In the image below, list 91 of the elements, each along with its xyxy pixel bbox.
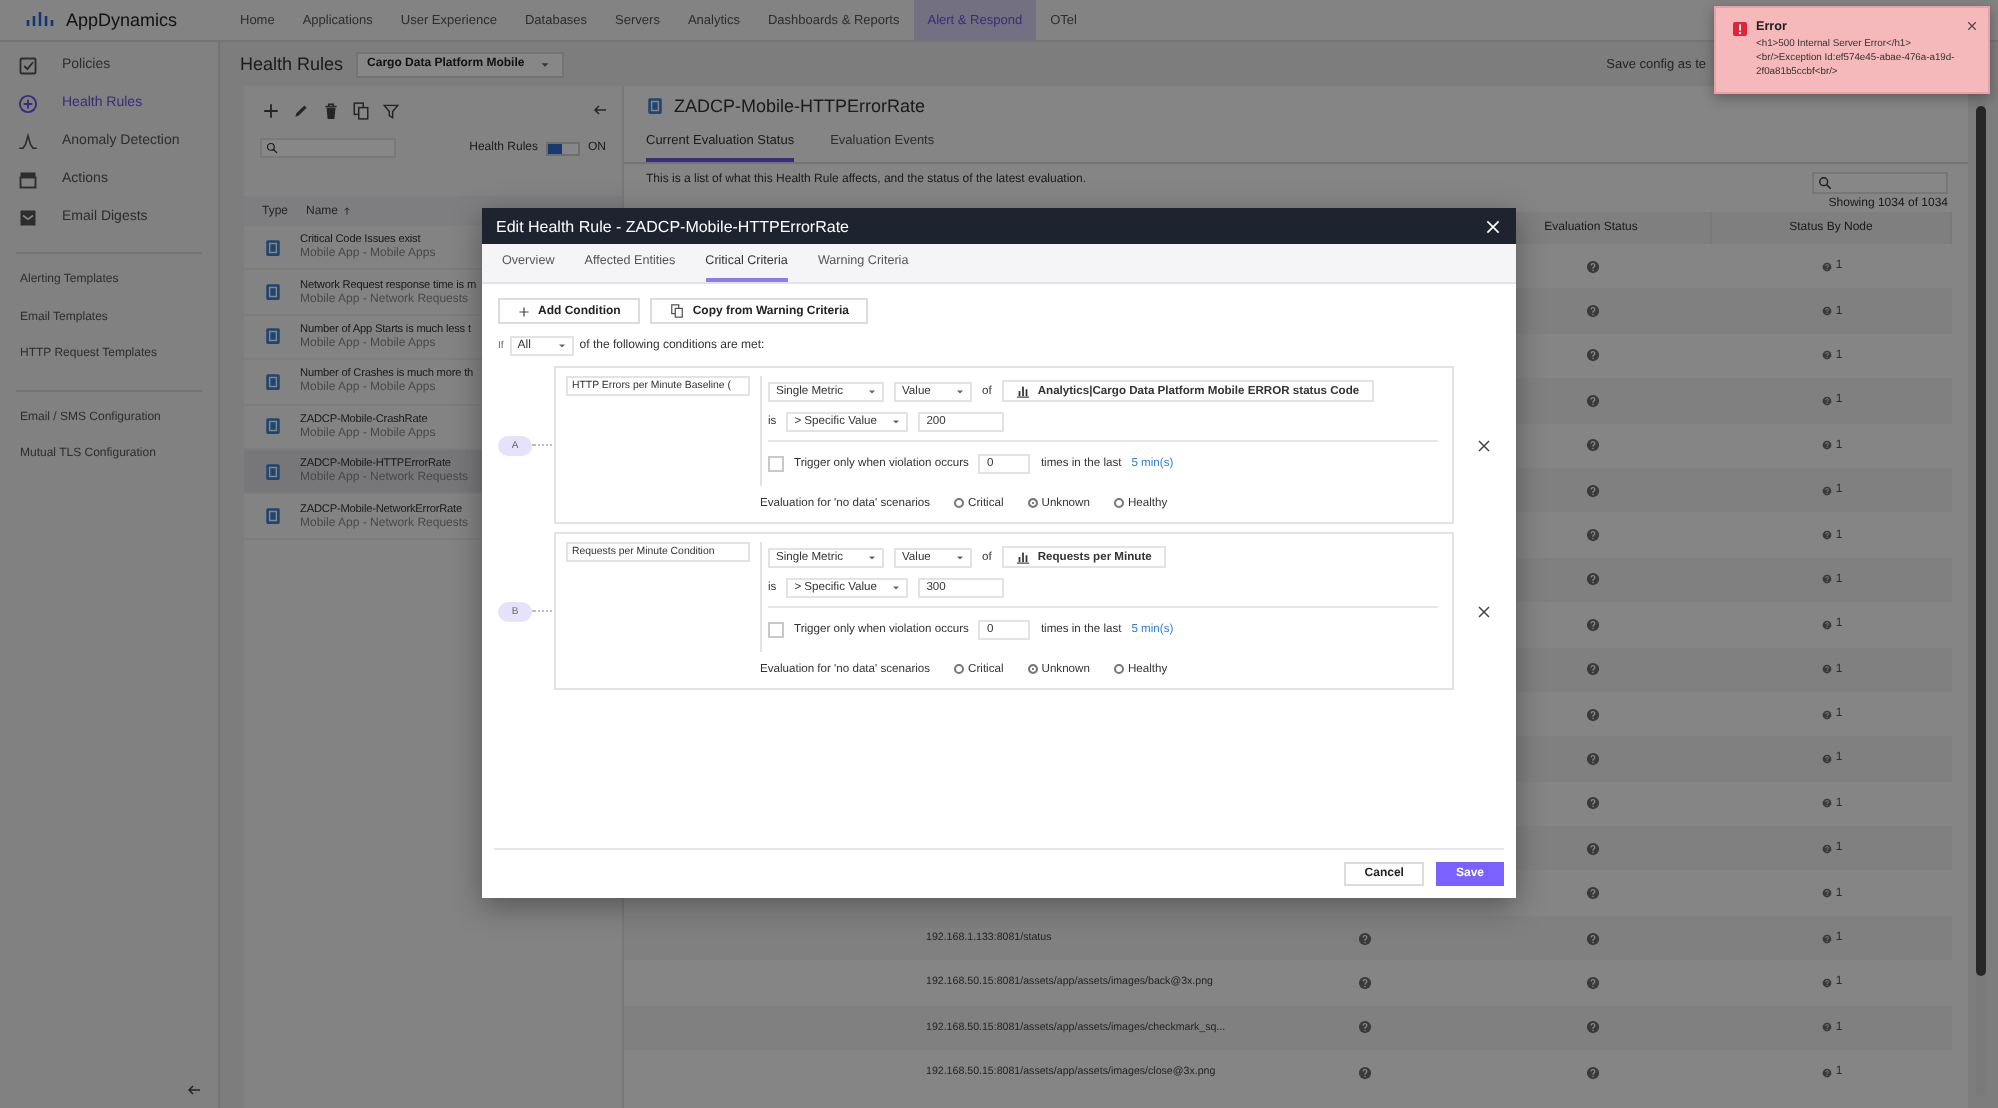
document-icon bbox=[264, 237, 282, 258]
question-icon bbox=[1821, 888, 1832, 899]
question-icon bbox=[1821, 753, 1832, 764]
question-icon bbox=[1585, 707, 1599, 722]
check-square-icon bbox=[18, 55, 38, 75]
plus-icon[interactable] bbox=[262, 101, 280, 119]
copy-icon[interactable] bbox=[352, 101, 370, 119]
question-icon bbox=[1585, 438, 1599, 453]
question-icon bbox=[1585, 259, 1599, 274]
question-icon bbox=[1585, 304, 1599, 319]
pulse-line-icon bbox=[18, 131, 38, 151]
envelope-icon bbox=[18, 207, 38, 227]
search-field[interactable] bbox=[260, 138, 396, 158]
question-icon bbox=[1585, 841, 1599, 856]
logo-icon bbox=[24, 12, 56, 28]
question-icon bbox=[1821, 261, 1832, 272]
question-icon bbox=[1357, 1020, 1371, 1035]
document-icon bbox=[264, 461, 282, 482]
question-icon bbox=[1821, 440, 1832, 451]
checkbox[interactable] bbox=[768, 621, 784, 637]
connector-line bbox=[532, 610, 552, 612]
question-icon bbox=[1357, 931, 1371, 946]
question-icon bbox=[1585, 393, 1599, 408]
question-icon bbox=[1821, 395, 1832, 406]
document-icon bbox=[264, 282, 282, 303]
pencil-icon[interactable] bbox=[292, 101, 310, 119]
search-icon bbox=[266, 142, 278, 154]
document-icon bbox=[264, 506, 282, 527]
plus-circle-icon bbox=[18, 93, 38, 113]
question-icon bbox=[1585, 617, 1599, 632]
caret-icon bbox=[866, 385, 878, 397]
question-icon bbox=[1585, 662, 1599, 677]
question-icon bbox=[1357, 1065, 1371, 1080]
document-icon bbox=[264, 416, 282, 437]
plus-icon bbox=[518, 305, 530, 317]
question-icon bbox=[1585, 572, 1599, 587]
question-icon bbox=[1585, 751, 1599, 766]
document-icon bbox=[264, 371, 282, 392]
question-icon bbox=[1821, 1067, 1832, 1078]
question-icon bbox=[1585, 975, 1599, 990]
caret-icon bbox=[890, 415, 903, 427]
question-icon bbox=[1821, 843, 1832, 854]
caret-icon bbox=[538, 57, 553, 71]
question-icon bbox=[1821, 933, 1832, 944]
question-icon bbox=[1357, 975, 1371, 990]
caret-icon bbox=[954, 551, 966, 563]
question-icon bbox=[1821, 977, 1832, 988]
question-icon bbox=[1821, 798, 1832, 809]
question-icon bbox=[1821, 350, 1832, 361]
question-icon bbox=[1585, 931, 1599, 946]
sort-up-icon bbox=[342, 206, 353, 216]
bar-chart-icon bbox=[1015, 550, 1030, 564]
caret-icon bbox=[890, 581, 903, 593]
question-icon bbox=[1821, 485, 1832, 496]
close-icon[interactable] bbox=[1476, 603, 1492, 619]
page-title: Health Rules bbox=[240, 54, 344, 74]
question-icon bbox=[1585, 1020, 1599, 1035]
caret-icon bbox=[866, 551, 878, 563]
caret-icon bbox=[954, 385, 966, 397]
connector-line bbox=[532, 444, 552, 446]
document-icon bbox=[264, 326, 282, 347]
question-icon bbox=[1821, 664, 1832, 675]
close-icon[interactable] bbox=[1476, 437, 1492, 453]
checkbox[interactable] bbox=[768, 455, 784, 471]
error-icon bbox=[1732, 20, 1748, 38]
caret-icon bbox=[555, 340, 568, 352]
trash-icon[interactable] bbox=[322, 101, 340, 119]
question-icon bbox=[1821, 619, 1832, 630]
question-icon bbox=[1585, 886, 1599, 901]
question-icon bbox=[1585, 348, 1599, 363]
rule-title: ZADCP-Mobile-HTTPErrorRate bbox=[674, 95, 926, 115]
document-icon bbox=[646, 95, 664, 115]
toggle-switch[interactable] bbox=[546, 141, 580, 155]
brand-name: AppDynamics bbox=[66, 10, 178, 30]
filter-icon[interactable] bbox=[382, 101, 400, 119]
search-field[interactable] bbox=[1812, 172, 1948, 194]
question-icon bbox=[1585, 796, 1599, 811]
question-icon bbox=[1821, 1022, 1832, 1033]
question-icon bbox=[1585, 483, 1599, 498]
clapperboard-icon bbox=[18, 169, 38, 189]
question-icon bbox=[1821, 306, 1832, 317]
question-icon bbox=[1585, 1065, 1599, 1080]
back-arrow-icon[interactable] bbox=[186, 1082, 202, 1098]
question-icon bbox=[1821, 574, 1832, 585]
search-icon bbox=[1818, 176, 1832, 190]
question-icon bbox=[1585, 528, 1599, 543]
back-arrow-icon[interactable] bbox=[592, 102, 608, 118]
question-icon bbox=[1821, 709, 1832, 720]
bar-chart-icon bbox=[1015, 384, 1030, 398]
question-icon bbox=[1821, 530, 1832, 541]
copy-icon bbox=[670, 304, 685, 318]
